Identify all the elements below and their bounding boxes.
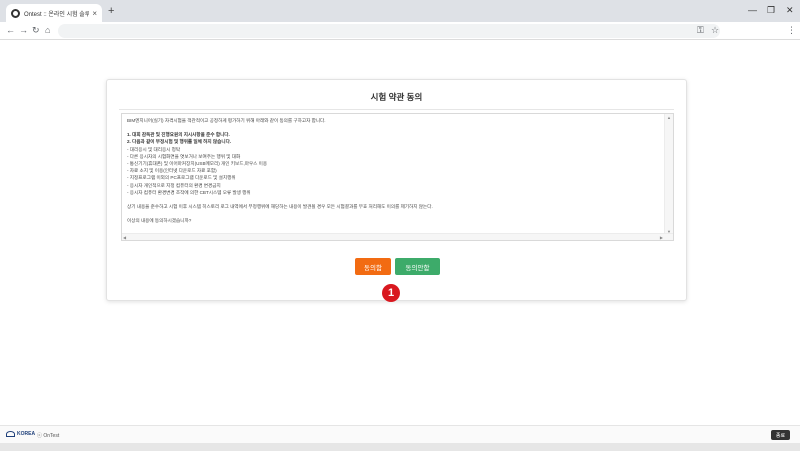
logo-mark-icon	[6, 431, 15, 437]
logo-text: KOREA	[17, 431, 36, 437]
terms-list-item: - 대리응시 및 대리응시 청탁	[127, 146, 181, 152]
scroll-left-icon[interactable]: ◀	[123, 235, 126, 240]
disagree-button[interactable]: 동의안함	[395, 258, 440, 275]
reload-button[interactable]: ↻	[32, 25, 40, 36]
terms-list-item: - 통신기기(휴대폰) 및 이어마커장치(USB메모리) 개인 키보드,마우스 …	[127, 161, 268, 167]
scroll-right-icon[interactable]: ▶	[660, 235, 663, 240]
terms-vertical-scrollbar[interactable]: ▲ ▼	[664, 114, 673, 235]
minimize-button[interactable]: —	[748, 5, 757, 15]
browser-toolbar: ← → ↻ ⌂ ⚿ ☆ ⋮	[0, 22, 800, 40]
window-bottom-bar	[0, 443, 800, 451]
restore-button[interactable]: ❐	[767, 5, 775, 15]
browser-tabstrip: Ontest :: 온라인 시험 솔루션 × + — ❐ ✕	[0, 0, 800, 22]
browser-tab[interactable]: Ontest :: 온라인 시험 솔루션 ×	[6, 4, 102, 22]
bookmark-star-icon[interactable]: ☆	[711, 25, 719, 36]
forward-button[interactable]: →	[19, 25, 28, 36]
terms-rule-2: 2. 다음과 같이 부정시험 및 행위를 일체 하지 않습니다.	[127, 139, 232, 145]
address-bar[interactable]	[58, 24, 720, 38]
korea-logo: KOREA	[6, 431, 35, 437]
home-button[interactable]: ⌂	[45, 25, 50, 36]
scroll-up-icon[interactable]: ▲	[667, 115, 671, 120]
terms-rule-1: 1. 대회 감독관 및 진행요원의 지시사항을 준수 합니다.	[127, 132, 230, 138]
end-button[interactable]: 종료	[771, 430, 790, 440]
key-icon[interactable]: ⚿	[697, 25, 704, 36]
back-button[interactable]: ←	[6, 25, 15, 36]
page-title: 시험 약관 동의	[370, 92, 423, 102]
terms-list-item: - 지정프로그램 이외의 PC프로그램 다운로드 및 설치행위	[127, 175, 236, 181]
terms-list-item: - 다른 응시자의 시험화면을 엿보거나 보여주는 행위 및 대화	[127, 153, 241, 159]
browser-menu-icon[interactable]: ⋮	[787, 25, 796, 36]
terms-question: 이상의 내용에 동의하시겠습니까?	[127, 218, 192, 224]
terms-text: BIM엔지니어(실기) 자격시험을 객관적이고 공정하게 평가하기 위해 아래와…	[122, 114, 665, 235]
page-content: 시험 약관 동의 BIM엔지니어(실기) 자격시험을 객관적이고 공정하게 평가…	[0, 41, 800, 425]
terms-list-item: - 자료 소지 및 이용(인터넷 다운로드 자료 포함)	[127, 168, 217, 174]
terms-horizontal-scrollbar[interactable]: ◀ ▶	[122, 233, 673, 240]
tab-title: Ontest :: 온라인 시험 솔루션	[24, 11, 90, 18]
terms-list-item: - 응시자 컴퓨터 환경변경 조작에 의한 CBT시스템 오류 발생 행위	[127, 189, 251, 195]
step-number-badge: 1	[382, 284, 400, 302]
title-divider	[119, 109, 674, 110]
window-close-button[interactable]: ✕	[786, 5, 794, 15]
agree-button[interactable]: 동의함	[355, 258, 391, 275]
terms-card: 시험 약관 동의 BIM엔지니어(실기) 자격시험을 객관적이고 공정하게 평가…	[106, 79, 687, 301]
new-tab-button[interactable]: +	[108, 5, 114, 17]
page-footer: KOREA ⓒ OnTest 종료	[0, 425, 800, 443]
terms-intro: BIM엔지니어(실기) 자격시험을 객관적이고 공정하게 평가하기 위해 아래와…	[127, 118, 326, 123]
copyright-text: ⓒ OnTest	[37, 433, 60, 439]
tab-close-icon[interactable]: ×	[92, 9, 97, 18]
terms-warning: 상기 내용을 준수하고 시험 이후 시스템 히스토리 로그 내역에서 부정행위에…	[127, 204, 433, 210]
terms-list-item: - 응시자 개인적으로 지정 컴퓨터의 환경 변경금지	[127, 182, 221, 188]
terms-box[interactable]: BIM엔지니어(실기) 자격시험을 객관적이고 공정하게 평가하기 위해 아래와…	[121, 113, 674, 241]
site-favicon-icon	[11, 8, 20, 18]
